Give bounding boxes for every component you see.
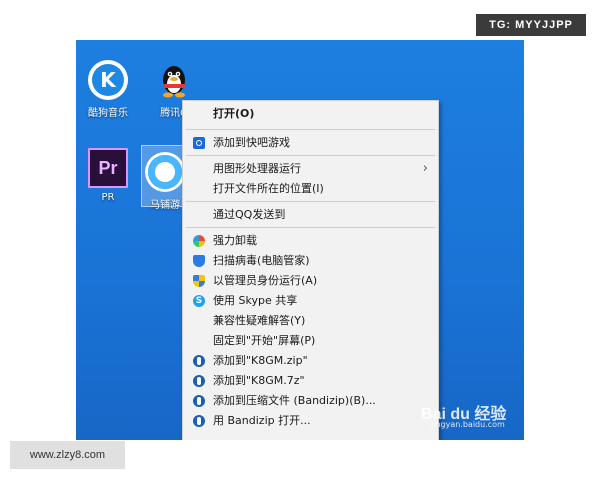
menu-separator [186, 129, 435, 130]
menu-separator [186, 155, 435, 156]
menu-item-run-gpu[interactable]: 用图形处理器运行 › [183, 159, 438, 179]
menu-item-compat-troubleshoot[interactable]: 兼容性疑难解答(Y) [183, 311, 438, 331]
menu-item-add-7z[interactable]: 添加到"K8GM.7z" [183, 371, 438, 391]
menu-item-send-qq[interactable]: 通过QQ发送到 [183, 205, 438, 225]
menu-item-add-zip[interactable]: 添加到"K8GM.zip" [183, 351, 438, 371]
menu-item-add-kuaiba[interactable]: 添加到快吧游戏 [183, 133, 438, 153]
desktop-icon-label: 酷狗音乐 [88, 108, 128, 119]
chevron-right-icon: › [422, 161, 428, 176]
watermark-url: jingyan.baidu.com [431, 420, 505, 429]
menu-item-pin-start[interactable]: 固定到"开始"屏幕(P) [183, 331, 438, 351]
shield-icon [193, 255, 205, 267]
context-menu: 打开(O) 添加到快吧游戏 用图形处理器运行 › 打开文件所在的位置(I) 通过Q… [182, 100, 439, 440]
desktop-icon-premiere[interactable]: Pr PR [78, 148, 138, 203]
menu-item-add-archive[interactable]: 添加到压缩文件 (Bandizip)(B)... [183, 391, 438, 411]
kugou-icon: K [88, 60, 128, 100]
bandizip-icon [193, 415, 205, 427]
desktop: K 酷狗音乐 腾讯Q Pr PR 马铺游 打开(O) 添加到快吧游戏 用图形处理… [76, 40, 524, 440]
menu-item-run-admin[interactable]: 以管理员身份运行(A) [183, 271, 438, 291]
mato-icon [145, 152, 185, 192]
qq-penguin-icon [154, 60, 194, 100]
search-icon [193, 137, 205, 149]
menu-item-skype-share[interactable]: S 使用 Skype 共享 [183, 291, 438, 311]
bandizip-icon [193, 355, 205, 367]
menu-separator [186, 201, 435, 202]
menu-item-force-uninstall[interactable]: 强力卸载 [183, 231, 438, 251]
petal-icon [193, 235, 205, 247]
site-watermark-badge: www.zlzy8.com [10, 441, 125, 469]
menu-item-scan-virus[interactable]: 扫描病毒(电脑管家) [183, 251, 438, 271]
desktop-icon-kugou[interactable]: K 酷狗音乐 [78, 60, 138, 119]
skype-icon: S [193, 295, 205, 307]
premiere-icon: Pr [88, 148, 128, 188]
bandizip-icon [193, 395, 205, 407]
menu-item-open[interactable]: 打开(O) [183, 101, 438, 127]
menu-separator [186, 227, 435, 228]
desktop-icon-label: PR [101, 192, 115, 203]
menu-item-open-bandizip[interactable]: 用 Bandizip 打开... [183, 411, 438, 431]
bandizip-icon [193, 375, 205, 387]
uac-shield-icon [193, 275, 205, 287]
menu-item-open-location[interactable]: 打开文件所在的位置(I) [183, 179, 438, 199]
tg-watermark-badge: TG: MYYJJPP [476, 14, 586, 36]
